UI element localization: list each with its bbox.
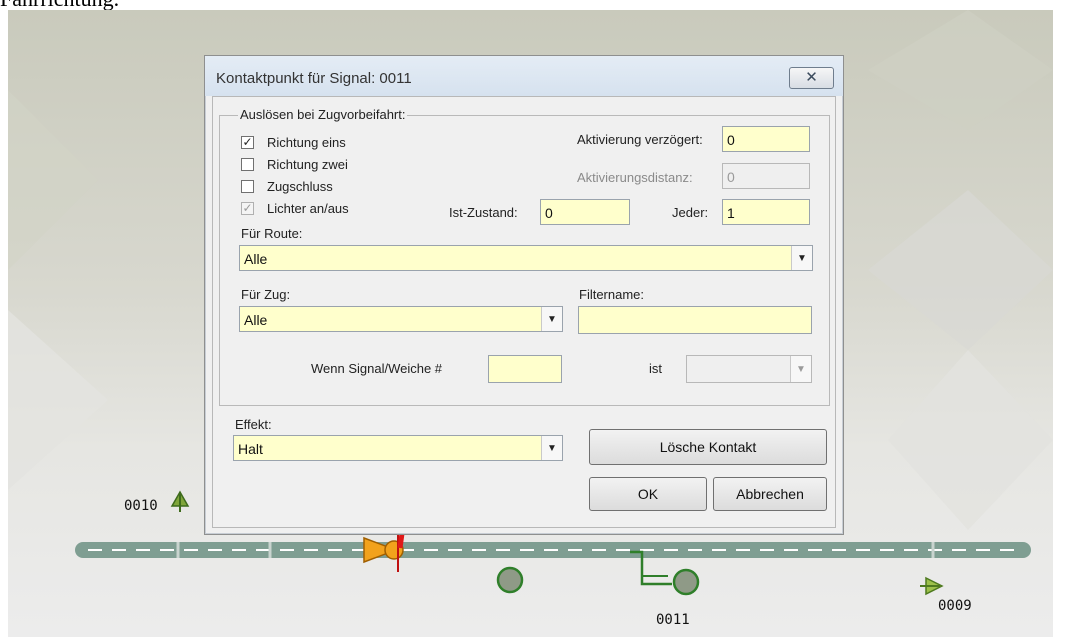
signal-label-0009: 0009 — [938, 598, 972, 614]
activation-distance-input[interactable]: 0 — [722, 163, 810, 189]
checkbox-train-end[interactable] — [241, 180, 254, 193]
ok-button[interactable]: OK — [589, 477, 707, 511]
effect-dropdown-arrow-icon[interactable]: ▼ — [541, 436, 562, 460]
close-icon: ✕ — [805, 69, 818, 86]
route-dropdown-arrow-icon[interactable]: ▼ — [791, 246, 812, 270]
dialog-title: Kontaktpunkt für Signal: 0011 — [216, 70, 412, 87]
each-input[interactable]: 1 — [722, 199, 810, 225]
trigger-group-label: Auslösen bei Zugvorbeifahrt: — [238, 107, 408, 122]
checkbox-lights-label: Lichter an/aus — [267, 201, 349, 216]
checkbox-direction-two-label: Richtung zwei — [267, 157, 348, 172]
activation-distance-label: Aktivierungsdistanz: — [577, 170, 693, 185]
route-label: Für Route: — [241, 226, 303, 241]
route-select-value: Alle — [244, 251, 268, 267]
each-label: Jeder: — [672, 205, 709, 220]
filter-name-label: Filtername: — [579, 287, 645, 302]
train-select-value: Alle — [244, 312, 268, 328]
effect-select-value: Halt — [238, 441, 263, 457]
if-signal-input[interactable] — [488, 355, 562, 383]
train-dropdown-arrow-icon[interactable]: ▼ — [541, 307, 562, 331]
activation-delay-input[interactable]: 0 — [722, 126, 810, 152]
train-select[interactable]: Alle ▼ — [239, 306, 563, 332]
close-button[interactable]: ✕ — [789, 67, 834, 89]
activation-delay-label: Aktivierung verzögert: — [577, 132, 703, 147]
effect-label: Effekt: — [235, 417, 272, 432]
checkbox-direction-one-label: Richtung eins — [267, 135, 346, 150]
train-label: Für Zug: — [241, 287, 291, 302]
actual-state-input[interactable]: 0 — [540, 199, 630, 225]
checkbox-direction-two[interactable] — [241, 158, 254, 171]
signal-label-0011: 0011 — [656, 612, 690, 628]
track-canvas[interactable]: 0010 0011 0009 Kontaktpunkt für Signal: … — [8, 10, 1053, 637]
is-label: ist — [649, 361, 662, 376]
signal-0011-icon — [672, 568, 700, 596]
route-select[interactable]: Alle ▼ — [239, 245, 813, 271]
signal-circle-icon — [496, 566, 524, 594]
contact-point-dialog: Kontaktpunkt für Signal: 0011 ✕ Auslösen… — [204, 55, 844, 535]
checkbox-train-end-label: Zugschluss — [267, 179, 333, 194]
delete-contact-button[interactable]: Lösche Kontakt — [589, 429, 827, 465]
checkbox-lights[interactable]: ✓ — [241, 202, 254, 215]
checkbox-direction-one[interactable]: ✓ — [241, 136, 254, 149]
filter-name-input[interactable] — [578, 306, 812, 334]
effect-select[interactable]: Halt ▼ — [233, 435, 563, 461]
if-signal-label: Wenn Signal/Weiche # — [311, 361, 443, 376]
cancel-button[interactable]: Abbrechen — [713, 477, 827, 511]
dialog-titlebar[interactable]: Kontaktpunkt für Signal: 0011 ✕ — [205, 56, 843, 96]
is-select[interactable]: ▼ — [686, 355, 812, 383]
actual-state-label: Ist-Zustand: — [449, 205, 518, 220]
signal-label-0010: 0010 — [124, 498, 158, 514]
is-dropdown-arrow-icon[interactable]: ▼ — [790, 356, 811, 382]
